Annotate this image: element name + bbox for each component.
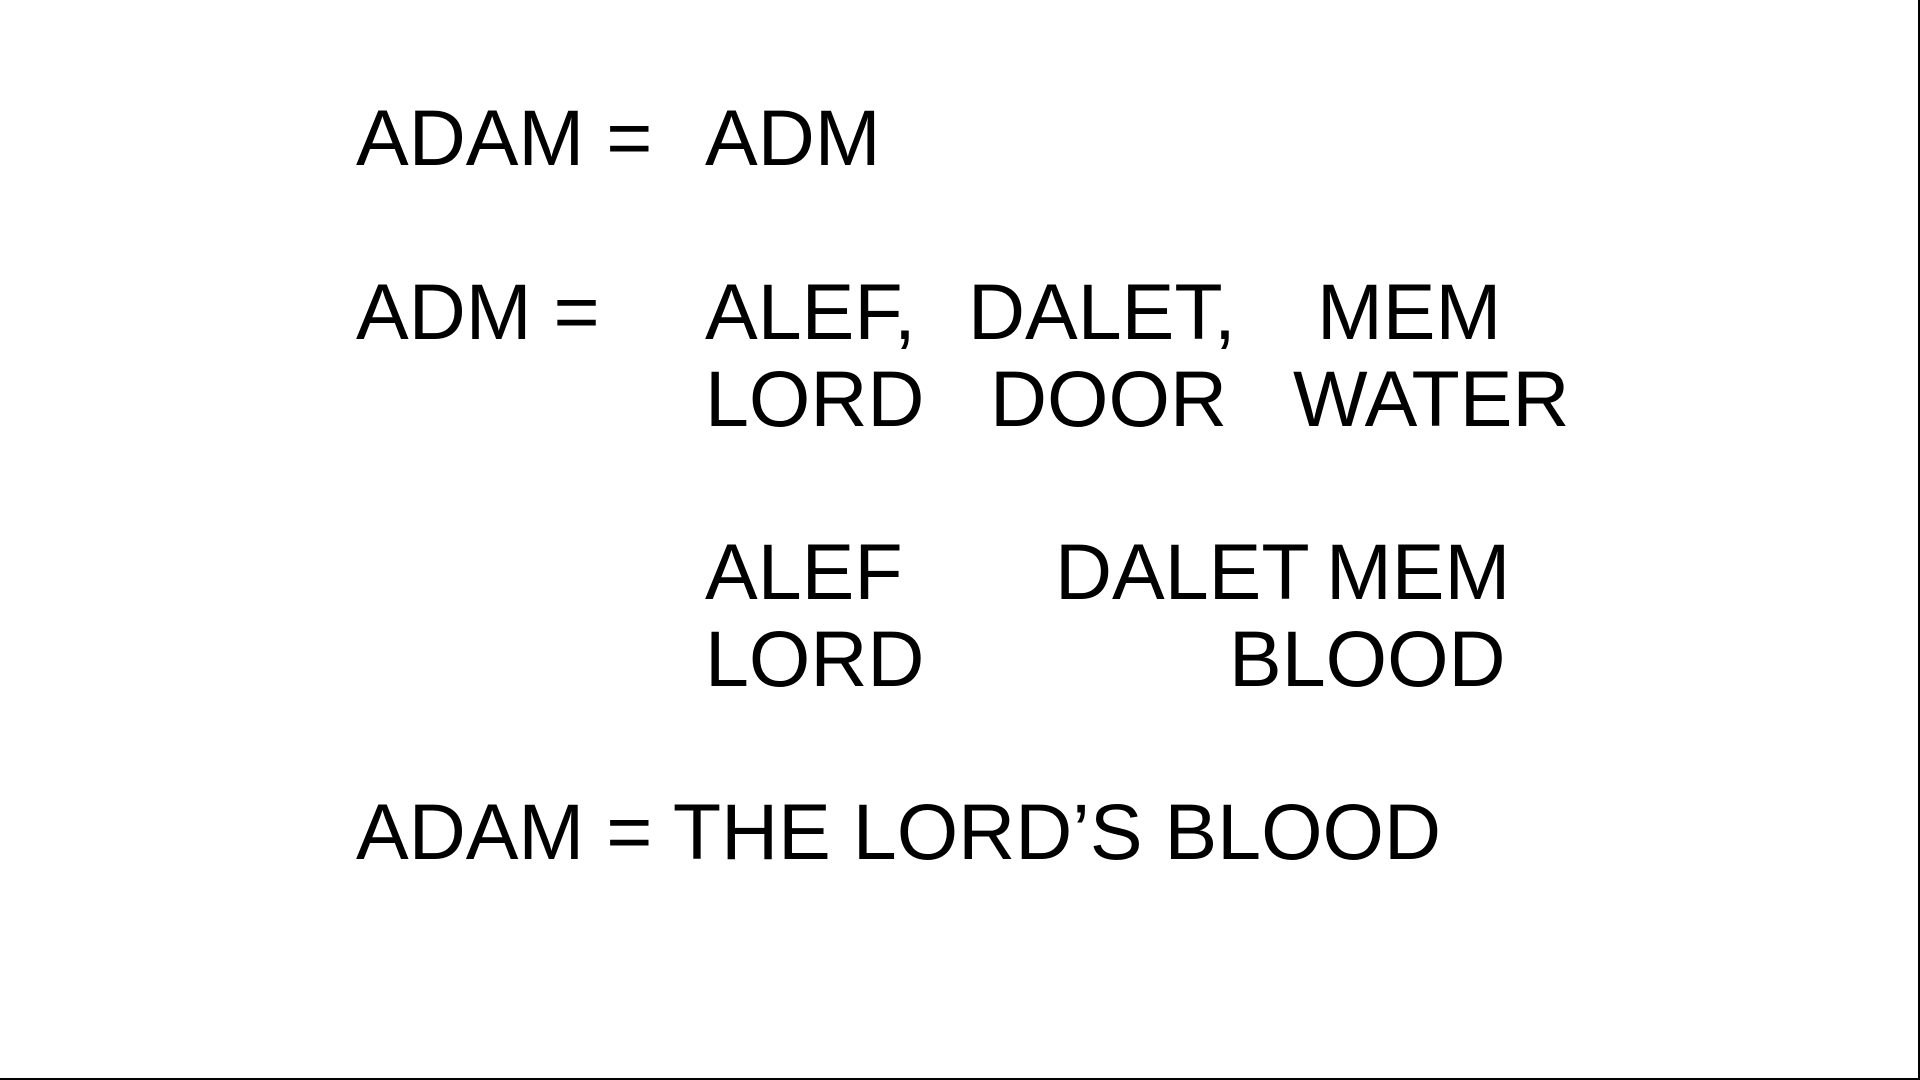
letter-mem: MEM bbox=[1317, 267, 1502, 356]
conclusion-line: ADAM = THE LORD’S BLOOD bbox=[356, 787, 1442, 876]
meaning-water: WATER bbox=[1293, 354, 1570, 443]
meaning-door: DOOR bbox=[990, 354, 1227, 443]
adm-value: ADM bbox=[705, 93, 881, 182]
letter-dalet-2: DALET bbox=[1055, 527, 1310, 616]
letter-mem-2: MEM bbox=[1326, 527, 1511, 616]
slide: ADAM = ADM ADM = ALEF, DALET, MEM LORD D… bbox=[0, 0, 1920, 1080]
meaning-blood: BLOOD bbox=[1229, 614, 1506, 703]
meaning-lord: LORD bbox=[705, 354, 925, 443]
letter-alef-2: ALEF bbox=[705, 527, 903, 616]
adm-equals-label: ADM = bbox=[356, 267, 600, 356]
adam-equals-label: ADAM = bbox=[356, 93, 653, 182]
meaning-lord-2: LORD bbox=[705, 614, 925, 703]
letter-alef: ALEF, bbox=[705, 267, 916, 356]
letter-dalet: DALET, bbox=[968, 267, 1236, 356]
